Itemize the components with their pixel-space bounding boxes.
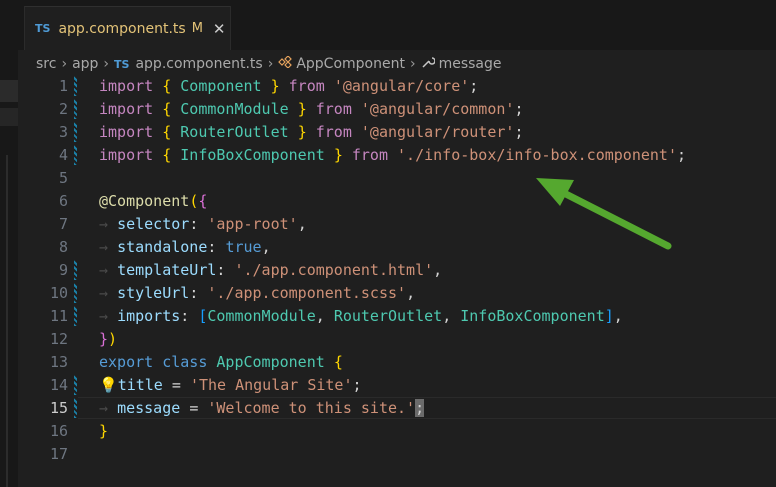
annotation-arrow [536, 178, 672, 250]
